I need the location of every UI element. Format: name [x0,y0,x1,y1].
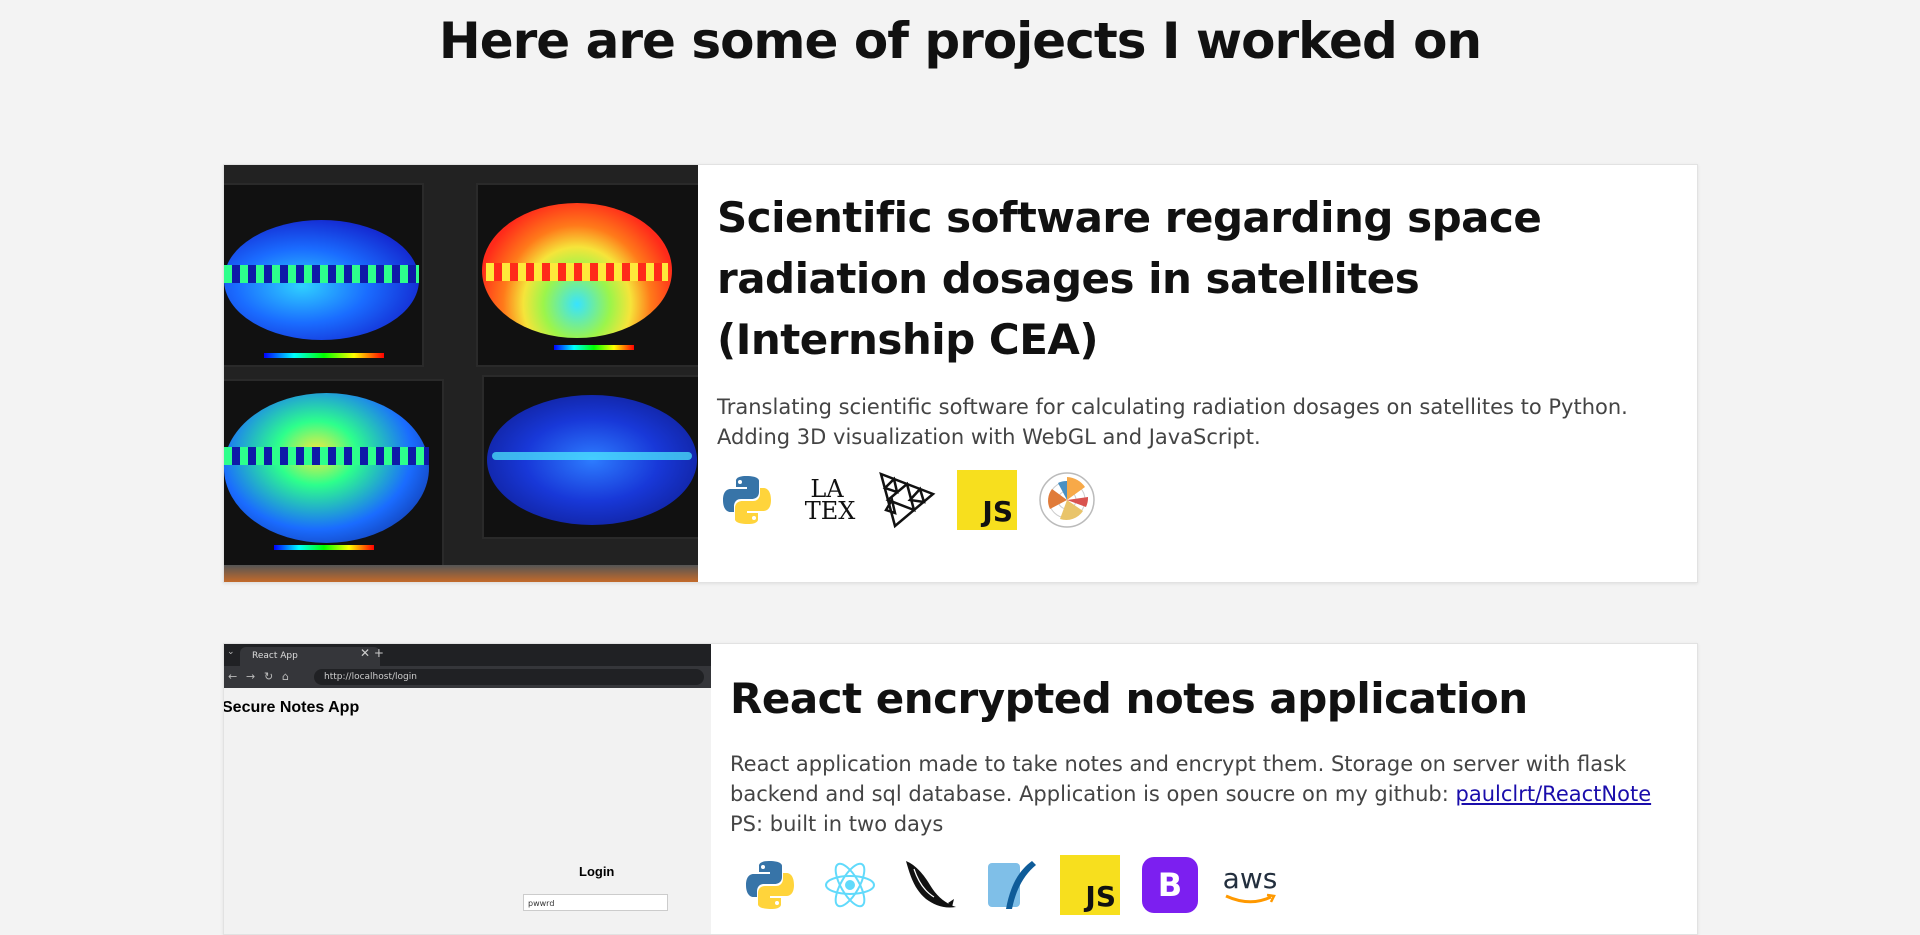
project-note: PS: built in two days [730,812,944,836]
latex-icon: LA TEX [797,470,857,530]
project-screenshot-radiation-maps [224,165,698,582]
browser-tab-bar: ⌄ React App ✕ + [224,644,711,666]
new-tab-icon: ✕ + [360,646,384,660]
reload-icon: ↻ [264,670,274,683]
matplotlib-icon [1037,470,1097,530]
aws-text: aws [1222,862,1278,895]
browser-address-bar: ← → ↻ ⌂ http://localhost/login [224,666,711,688]
latex-bottom-text: TEX [804,497,856,525]
project-screenshot-notes-app: ⌄ React App ✕ + ← → ↻ ⌂ http://localhost… [224,644,711,934]
project-content: React encrypted notes application React … [730,644,1679,915]
javascript-icon: JS [1060,855,1120,915]
login-label: Login [579,864,615,879]
bootstrap-letter: B [1157,866,1183,904]
back-icon: ← [228,670,238,683]
javascript-icon: JS [957,470,1017,530]
project-title: Scientific software regarding space radi… [717,193,1542,364]
aws-icon: aws [1220,855,1280,915]
react-icon [820,855,880,915]
project-description: Translating scientific software for calc… [717,395,1628,449]
home-icon: ⌂ [282,670,289,683]
bootstrap-icon: B [1140,855,1200,915]
project-card-react-notes: ⌄ React App ✕ + ← → ↻ ⌂ http://localhost… [223,643,1698,935]
js-text: JS [982,495,1013,528]
sqlite-icon [980,855,1040,915]
github-link[interactable]: paulclrt/ReactNote [1456,782,1652,806]
python-icon [740,855,800,915]
tech-icons: LA TEX JS [717,470,1679,530]
notes-app-title: Secure Notes App [224,699,360,716]
project-title: React encrypted notes application [730,674,1528,723]
project-description: React application made to take notes and… [730,749,1679,839]
forward-icon: → [246,670,256,683]
python-icon [717,470,777,530]
url-field: http://localhost/login [314,669,704,685]
tech-icons: JS B aws [730,855,1679,915]
project-content: Scientific software regarding space radi… [717,165,1679,530]
js-text: JS [1085,880,1116,913]
threejs-icon [877,470,937,530]
project-card-space-radiation: Scientific software regarding space radi… [223,164,1698,583]
page-title: Here are some of projects I worked on [438,12,1482,70]
password-field: pwwrd [523,894,668,911]
browser-tab: React App [240,647,380,666]
flask-icon [900,855,960,915]
